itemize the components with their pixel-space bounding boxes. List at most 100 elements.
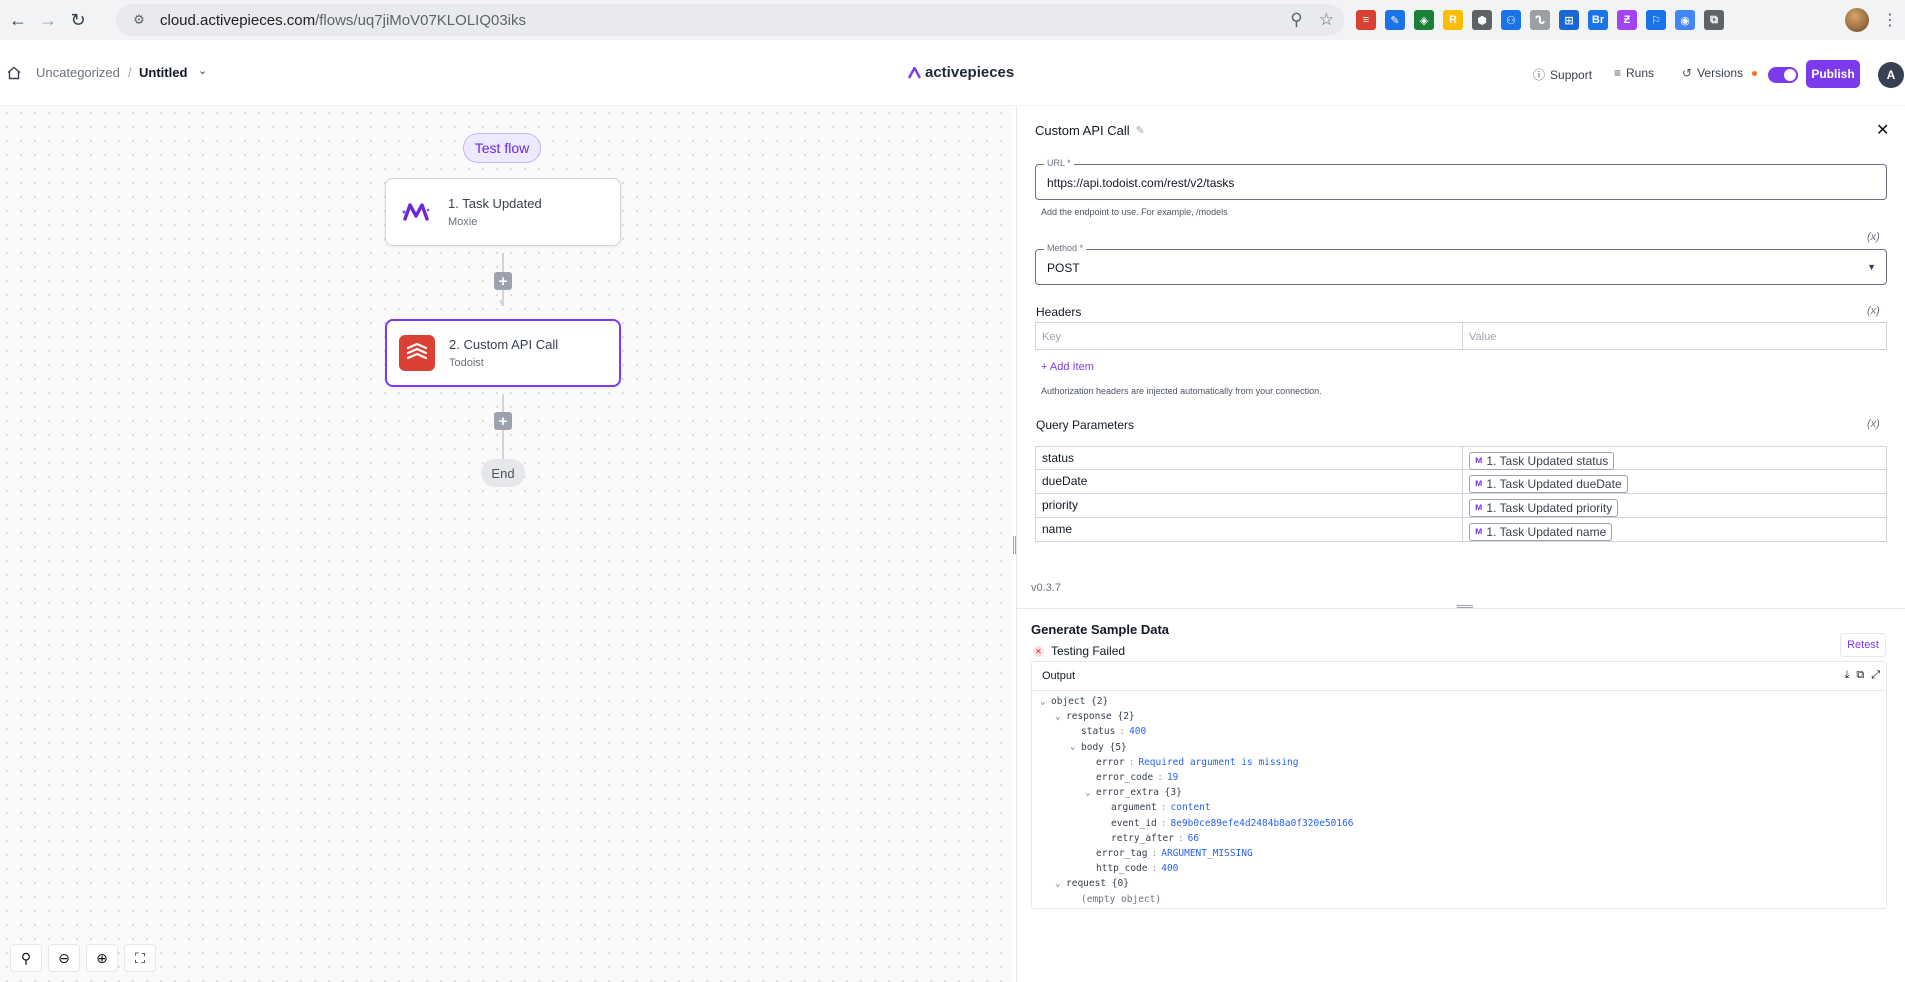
json-key: error_code [1096,772,1154,784]
arrow-down-icon: ▼ [497,298,507,309]
bookmark-star-icon[interactable]: ☆ [1319,10,1334,30]
add-step-button[interactable]: + [494,412,512,430]
site-info-icon[interactable]: ⚙ [130,11,148,29]
zoom-icon[interactable]: ⚲ [1290,10,1302,30]
json-tree-node[interactable]: ⌄ error_extra {3} [1032,785,1886,800]
chevron-down-icon[interactable]: ⌄ [1085,788,1096,798]
versions-button[interactable]: ↺ Versions [1682,66,1758,80]
header-value-input[interactable]: Value [1462,323,1888,349]
wave-ext-icon[interactable]: ᔐ [1530,10,1550,30]
method-select[interactable]: Method * POST ▼ [1035,243,1887,285]
json-key: http_code [1096,863,1148,875]
data-reference-chip[interactable]: ᴍ 1. Task Updated priority [1469,498,1619,517]
query-param-value[interactable]: ᴍ 1. Task Updated status [1462,447,1886,470]
grid-ext-icon[interactable]: ⊞ [1559,10,1579,30]
data-reference-chip[interactable]: ᴍ 1. Task Updated dueDate [1469,474,1628,493]
forward-icon[interactable]: → [36,8,60,32]
fit-view-icon[interactable]: ⛶ [124,944,156,972]
test-flow-button[interactable]: Test flow [463,133,541,163]
reload-icon[interactable]: ↻ [66,8,90,32]
flow-canvas[interactable]: Test flow 1. Task Updated Moxie + ▼ 2. C… [0,106,1012,982]
publish-button[interactable]: Publish [1806,60,1860,88]
download-icon[interactable]: ⤓ [1844,669,1849,682]
query-param-value[interactable]: ᴍ 1. Task Updated dueDate [1462,470,1886,493]
json-colon: : [1151,863,1158,875]
data-reference-chip[interactable]: ᴍ 1. Task Updated status [1469,451,1615,470]
json-colon: : [1177,832,1184,844]
split-resize-handle[interactable] [1457,605,1473,608]
json-tree-node: http_code:400 [1032,861,1886,876]
shield-ext-icon[interactable]: ⬢ [1472,10,1492,30]
method-field-value: POST [1047,261,1080,275]
fit-search-icon[interactable]: ⚲ [10,944,42,972]
address-bar[interactable]: ⚙ cloud.activepieces.com/flows/uq7jiMoV0… [116,4,1344,36]
unsaved-dot [1752,70,1758,76]
dynamic-value-toggle[interactable]: (x) [1867,305,1880,317]
back-icon[interactable]: ← [6,8,30,32]
step-card-trigger[interactable]: 1. Task Updated Moxie [385,178,621,246]
query-param-key[interactable]: status [1036,447,1462,469]
chevron-down-icon[interactable]: ⌄ [1055,879,1066,889]
close-icon[interactable]: ✕ [1876,120,1889,140]
browser-menu-icon[interactable]: ⋮ [1882,10,1898,30]
chevron-down-icon: ▼ [1867,262,1876,272]
chevron-down-icon[interactable]: ⌄ [198,64,207,77]
make-ext-icon[interactable]: Ƶ [1617,10,1637,30]
br-ext-icon[interactable]: Br [1588,10,1608,30]
header-key-input[interactable]: Key [1036,323,1462,349]
chevron-down-icon[interactable]: ⌄ [1040,697,1051,707]
add-step-button[interactable]: + [494,272,512,290]
query-param-key[interactable]: name [1036,518,1462,541]
json-tree-node: error_code:19 [1032,770,1886,785]
chevron-down-icon[interactable]: ⌄ [1055,712,1066,722]
support-button[interactable]: ⓘ Support [1533,66,1592,83]
step-title: 2. Custom API Call [449,337,559,352]
json-key: argument [1111,802,1157,814]
link-ext-icon[interactable]: ⚇ [1501,10,1521,30]
retest-button[interactable]: Retest [1840,633,1886,657]
query-params-table: status ᴍ 1. Task Updated status dueDate ᴍ 1. … [1035,446,1887,542]
json-value: Required argument is missing [1138,756,1299,768]
step-title: 1. Task Updated [448,196,542,211]
todoist-ext-icon[interactable]: ≡ [1356,10,1376,30]
json-tree-node[interactable]: ⌄ request {0} [1032,876,1886,891]
layers-ext-icon[interactable]: ◈ [1414,10,1434,30]
zoom-out-icon[interactable]: ⊖ [48,944,80,972]
breadcrumb-flow-name[interactable]: Untitled [139,65,187,80]
user-avatar[interactable]: A [1878,62,1904,88]
json-tree-node[interactable]: ⌄ response {2} [1032,709,1886,724]
dynamic-value-toggle[interactable]: (x) [1867,418,1880,430]
runs-button[interactable]: ≡ Runs [1614,66,1654,80]
profile-avatar[interactable] [1845,8,1869,32]
query-param-key[interactable]: dueDate [1036,470,1462,493]
todoist-logo-icon [399,335,435,371]
activepieces-logo-icon [908,66,921,79]
add-header-item-button[interactable]: + Add Item [1041,361,1094,373]
r-ext-icon[interactable]: R [1443,10,1463,30]
query-param-value[interactable]: ᴍ 1. Task Updated priority [1462,494,1886,517]
expand-icon[interactable]: ⤢ [1871,669,1880,682]
url-field[interactable]: URL * https://api.todoist.com/rest/v2/ta… [1035,158,1887,200]
zoom-in-icon[interactable]: ⊕ [86,944,118,972]
chip-label: 1. Task Updated name [1486,524,1607,539]
query-params-label: Query Parameters [1036,418,1135,432]
breadcrumb-folder[interactable]: Uncategorized [36,65,120,80]
json-tree-node[interactable]: ⌄ object {2} [1032,694,1886,709]
url-path: /flows/uq7jiMoV07KLOLIQ03iks [315,11,527,29]
edit-pencil-icon[interactable]: ✎ [1136,124,1145,137]
chevron-down-icon[interactable]: ⌄ [1070,742,1081,752]
copy-icon[interactable]: ⧉ [1856,669,1864,682]
flow-enabled-toggle[interactable] [1768,67,1798,83]
query-param-key[interactable]: priority [1036,494,1462,517]
query-param-value[interactable]: ᴍ 1. Task Updated name [1462,518,1886,541]
circle-ext-icon[interactable]: ◉ [1675,10,1695,30]
puzzle-ext-icon[interactable]: ⧉ [1704,10,1724,30]
json-tree-node[interactable]: ⌄ body {5} [1032,740,1886,755]
bookmark-ext-icon[interactable]: ⚐ [1646,10,1666,30]
data-reference-chip[interactable]: ᴍ 1. Task Updated name [1469,522,1613,541]
json-key: event_id [1111,817,1157,829]
home-icon[interactable] [6,65,22,81]
dynamic-value-toggle[interactable]: (x) [1867,231,1880,243]
pen-ext-icon[interactable]: ✎ [1385,10,1405,30]
step-card-action[interactable]: 2. Custom API Call Todoist [385,319,621,387]
